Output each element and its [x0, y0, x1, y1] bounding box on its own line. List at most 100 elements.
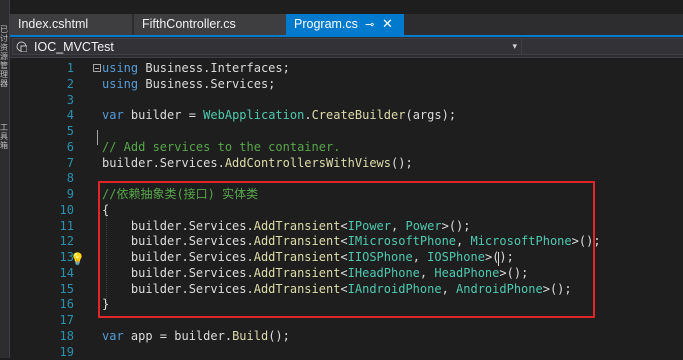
code-token: using [102, 77, 138, 91]
code-token: IPower [348, 219, 391, 233]
project-dropdown[interactable]: IOC_MVCTest ▾ [12, 38, 522, 55]
pin-icon[interactable]: ⊸ [365, 14, 374, 35]
line-number: 13 [36, 250, 74, 266]
document-tab-bar: Index.cshtml FifthController.cs Program.… [10, 14, 683, 37]
code-token: HeadPhone [434, 266, 499, 280]
side-panel-glyph: 器 [0, 80, 9, 88]
side-panel-glyph: 讨 [0, 35, 9, 43]
code-line: 18 var app = builder.Build(); [10, 329, 683, 345]
code-token: //依赖抽象类(接口) 实体类 [102, 187, 258, 201]
code-token: , [413, 250, 427, 264]
project-label: IOC_MVCTest [34, 39, 114, 55]
left-tool-strip[interactable]: 已讨资源管理器工具箱 [0, 0, 10, 358]
code-token: . [304, 108, 311, 122]
code-text: builder.Services.AddTransient<IPower, Po… [102, 219, 471, 235]
code-token: var [102, 108, 124, 122]
tab-fifthcontroller-cs[interactable]: FifthController.cs [134, 14, 294, 35]
code-token: < [340, 250, 347, 264]
line-number: 12 [36, 234, 74, 250]
side-panel-glyph: 源 [0, 53, 9, 61]
side-panel-glyph: 箱 [0, 142, 9, 150]
tab-index-cshtml[interactable]: Index.cshtml [10, 14, 132, 35]
line-number: 9 [36, 187, 74, 203]
code-text: } [102, 297, 109, 313]
code-token: IOSPhone [427, 250, 485, 264]
line-number: 17 [36, 313, 74, 329]
code-token: AndroidPhone [456, 282, 543, 296]
code-line: 2 using Business.Services; [10, 77, 683, 93]
navigation-bar: IOC_MVCTest ▾ [10, 37, 683, 58]
tab-program-cs[interactable]: Program.cs ⊸ ✕ [286, 14, 404, 35]
code-token: var [102, 329, 124, 343]
tab-label: Index.cshtml [18, 17, 88, 31]
member-dropdown[interactable] [522, 38, 683, 55]
collapse-icon[interactable] [93, 64, 101, 72]
code-token: AddTransient [254, 250, 341, 264]
code-token: IHeadPhone [348, 266, 420, 280]
code-token: Business.Interfaces; [138, 61, 290, 75]
code-line: 6 // Add services to the container. [10, 140, 683, 156]
line-number: 10 [36, 203, 74, 219]
line-number: 2 [36, 77, 74, 93]
code-text: var app = builder.Build(); [102, 329, 290, 345]
code-token: using [102, 61, 138, 75]
code-line: 13 builder.Services.AddTransient<IIOSPho… [10, 250, 683, 266]
code-token: // Add services to the container. [102, 140, 340, 154]
code-token: < [340, 266, 347, 280]
code-token: builder.Services. [102, 234, 254, 248]
code-text: builder.Services.AddTransient<IMicrosoft… [102, 234, 601, 250]
tab-label: FifthController.cs [142, 17, 236, 31]
chevron-down-icon: ▾ [512, 39, 517, 55]
code-token: AddTransient [254, 266, 341, 280]
code-token: builder.Services. [102, 156, 225, 170]
code-token: , [391, 219, 405, 233]
line-number: 11 [36, 219, 74, 235]
code-token: >(); [572, 234, 601, 248]
code-token: AddTransient [254, 219, 341, 233]
code-token: AddTransient [254, 234, 341, 248]
code-token: (); [268, 329, 290, 343]
code-text: { [102, 203, 109, 219]
code-token: app = builder. [124, 329, 232, 343]
line-number: 16 [36, 297, 74, 313]
line-number: 3 [36, 93, 74, 109]
close-icon[interactable]: ✕ [382, 14, 393, 35]
code-token: AddControllersWithViews [225, 156, 391, 170]
code-token: AddTransient [254, 282, 341, 296]
code-token: >(); [499, 266, 528, 280]
line-number: 4 [36, 108, 74, 124]
line-number: 6 [36, 140, 74, 156]
code-token: builder.Services. [102, 266, 254, 280]
code-token: { [102, 203, 109, 217]
code-token: , [420, 266, 434, 280]
code-text: builder.Services.AddControllersWithViews… [102, 156, 413, 172]
code-line: 17 [10, 313, 683, 329]
code-token: builder.Services. [102, 219, 254, 233]
code-token: builder.Services. [102, 282, 254, 296]
code-token: CreateBuilder [312, 108, 406, 122]
code-token: >(); [543, 282, 572, 296]
code-token: builder = [124, 108, 203, 122]
code-line: 4 var builder = WebApplication.CreateBuil… [10, 108, 683, 124]
code-token: IAndroidPhone [348, 282, 442, 296]
code-token: Power [405, 219, 441, 233]
code-text: using Business.Interfaces; [102, 61, 290, 77]
side-panel-glyph: 管 [0, 62, 9, 70]
code-token: < [340, 219, 347, 233]
line-number: 18 [36, 329, 74, 345]
side-panel-glyph: 资 [0, 44, 9, 52]
code-line: 12 builder.Services.AddTransient<IMicros… [10, 234, 683, 250]
code-line: 5 [10, 124, 683, 140]
code-line: 11 builder.Services.AddTransient<IPower,… [10, 219, 683, 235]
code-text: builder.Services.AddTransient<IIOSPhone,… [102, 250, 514, 266]
line-number: 8 [36, 171, 74, 187]
code-line: 14 builder.Services.AddTransient<IHeadPh… [10, 266, 683, 282]
code-editor[interactable]: 💡 1using Business.Interfaces;2using Busi… [10, 58, 683, 358]
code-token: Business.Services; [138, 77, 275, 91]
side-panel-glyph: 工 [0, 124, 9, 132]
line-number: 7 [36, 156, 74, 172]
code-token: < [340, 234, 347, 248]
project-icon [16, 41, 27, 52]
code-line: 16} [10, 297, 683, 313]
code-token: WebApplication [203, 108, 304, 122]
